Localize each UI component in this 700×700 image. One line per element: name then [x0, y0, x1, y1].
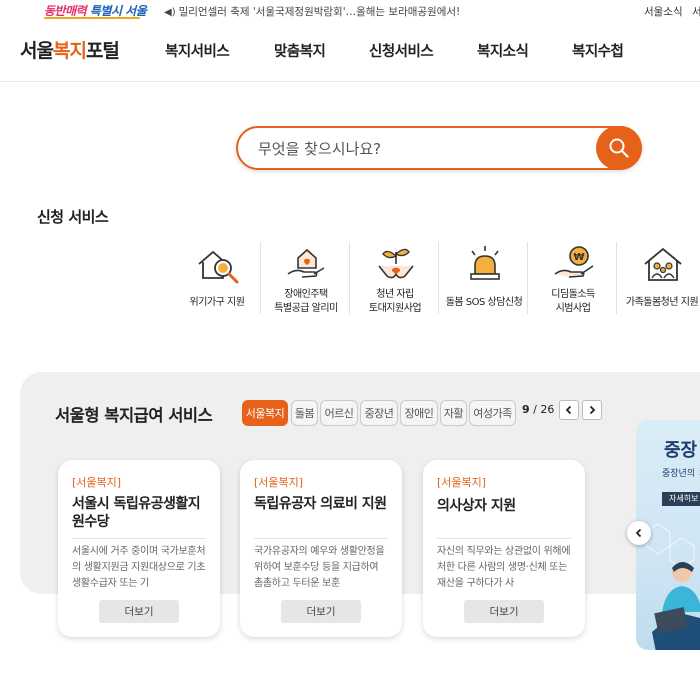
banner-subtitle: 중장년의 ㅈ — [662, 469, 700, 479]
apply-service-list: 위기가구 지원 장애인주택 특별공급 알리미 청년 자립 토대지원사업 돌봄 S… — [173, 236, 700, 322]
chevron-left-icon — [565, 405, 572, 415]
tab-disabled[interactable]: 장애인 — [400, 400, 438, 426]
slogan-underline — [44, 17, 140, 19]
apply-item-crisis[interactable]: 위기가구 지원 — [173, 236, 261, 322]
card-divider — [437, 538, 571, 539]
tab-middle-aged[interactable]: 중장년 — [360, 400, 398, 426]
page-current: 9 — [522, 403, 530, 416]
house-hand-icon — [287, 248, 325, 278]
nav-custom-welfare[interactable]: 맞춤복지 — [274, 40, 326, 61]
tab-self-support[interactable]: 자활 — [440, 400, 467, 426]
seoul-slogan-logo[interactable]: 동반매력 특별시 서울 — [44, 2, 147, 19]
card-divider — [72, 538, 206, 539]
card-description: 서울시에 거주 중이며 국가보훈처의 생활지원금 지원대상으로 기초생활수급자 … — [72, 546, 206, 589]
benefit-card[interactable]: [서울복지] 독립유공자 의료비 지원 국가유공자의 예우와 생활안정을 위하여… — [240, 460, 402, 637]
speaker-icon: ◀) — [164, 7, 176, 18]
chevron-right-icon — [589, 405, 596, 415]
card-title: 서울시 독립유공생활지원수당 — [72, 496, 201, 530]
apply-item-care-sos[interactable]: 돌봄 SOS 상담신청 — [440, 236, 528, 322]
apply-item-label: 청년 자립 토대지원사업 — [368, 289, 422, 314]
page-total: 26 — [540, 403, 555, 416]
card-category: [서울복지] — [72, 476, 122, 489]
sprout-hands-icon — [378, 248, 414, 279]
coin-hand-icon: ₩ — [554, 246, 594, 278]
search-box — [236, 126, 642, 170]
benefit-section-title: 서울형 복지급여 서비스 — [55, 406, 213, 425]
card-category: [서울복지] — [254, 476, 304, 489]
card-title: 의사상자 지원 — [437, 498, 516, 514]
util-link-2[interactable]: 서 — [692, 4, 700, 19]
apply-item-housing[interactable]: 장애인주택 특별공급 알리미 — [262, 236, 350, 322]
notice-ticker[interactable]: ◀) 밀리언셀러 축제 '서울국제정원박람회'…올해는 보라매공원에서! — [164, 4, 460, 19]
siren-icon — [470, 246, 500, 280]
site-logo[interactable]: 서울복지포털 — [20, 36, 120, 63]
next-page-button[interactable] — [582, 400, 602, 420]
logo-part-1: 서울 — [20, 40, 54, 62]
family-house-icon — [644, 247, 682, 281]
nav-welfare-news[interactable]: 복지소식 — [477, 40, 529, 61]
seoul-news-link[interactable]: 서울소식 — [644, 4, 683, 19]
nav-welfare-handbook[interactable]: 복지수첩 — [572, 40, 624, 61]
card-description: 국가유공자의 예우와 생활안정을 위하여 보훈수당 등을 지급하여 촘촘하고 두… — [254, 546, 385, 589]
card-more-button[interactable]: 더보기 — [464, 600, 544, 623]
search-icon — [609, 138, 629, 158]
card-divider — [254, 538, 388, 539]
tab-women-family[interactable]: 여성가족 — [469, 400, 516, 426]
card-more-button[interactable]: 더보기 — [99, 600, 179, 623]
benefit-card[interactable]: [서울복지] 서울시 독립유공생활지원수당 서울시에 거주 중이며 국가보훈처의… — [58, 460, 220, 637]
apply-item-income[interactable]: ₩ 디딤돌소득 시범사업 — [529, 236, 617, 322]
apply-item-label: 위기가구 지원 — [189, 297, 245, 308]
page-separator: / — [529, 403, 541, 416]
house-magnifier-icon — [198, 250, 239, 284]
apply-item-label: 가족돌봄청년 지원 — [625, 297, 699, 308]
slogan-part-b: 특별시 서울 — [89, 4, 147, 18]
apply-item-label: 디딤돌소득 시범사업 — [551, 289, 595, 314]
prev-page-button[interactable] — [559, 400, 579, 420]
banner-prev-button[interactable] — [627, 521, 651, 545]
apply-section-title: 신청 서비스 — [37, 208, 109, 226]
apply-item-label: 장애인주택 특별공급 알리미 — [274, 289, 338, 314]
apply-item-label: 돌봄 SOS 상담신청 — [445, 297, 523, 308]
top-utility-bar: 동반매력 특별시 서울 ◀) 밀리언셀러 축제 '서울국제정원박람회'…올해는 보… — [0, 0, 700, 22]
svg-text:₩: ₩ — [573, 252, 584, 263]
card-more-button[interactable]: 더보기 — [281, 600, 361, 623]
nav-apply-service[interactable]: 신청서비스 — [369, 40, 434, 61]
nav-welfare-service[interactable]: 복지서비스 — [165, 40, 230, 61]
apply-item-family-care[interactable]: 가족돌봄청년 지원 — [618, 236, 700, 322]
slogan-part-a: 동반매력 — [44, 4, 87, 18]
search-button[interactable] — [596, 126, 642, 170]
page-indicator: 9 / 26 — [522, 403, 554, 416]
notice-text: 밀리언셀러 축제 '서울국제정원박람회'…올해는 보라매공원에서! — [178, 6, 461, 18]
benefit-card[interactable]: [서울복지] 의사상자 지원 자신의 직무와는 상관없이 위해에 처한 다른 사… — [423, 460, 585, 637]
card-description: 자신의 직무와는 상관없이 위해에 처한 다른 사람의 생명·신체 또는 재산을… — [437, 546, 571, 589]
tab-seoul-welfare[interactable]: 서울복지 — [242, 400, 288, 426]
banner-title: 중장 — [664, 440, 698, 461]
site-header: 서울복지포털 복지서비스 맞춤복지 신청서비스 복지소식 복지수첩 — [0, 22, 700, 82]
logo-part-3: 포털 — [85, 40, 120, 62]
banner-detail-button[interactable]: 자세히보 — [662, 492, 700, 506]
tab-care[interactable]: 돌봄 — [291, 400, 318, 426]
tab-seniors[interactable]: 어르신 — [320, 400, 358, 426]
apply-item-youth[interactable]: 청년 자립 토대지원사업 — [351, 236, 439, 322]
card-title: 독립유공자 의료비 지원 — [254, 496, 387, 512]
chevron-left-icon — [635, 528, 642, 538]
card-category: [서울복지] — [437, 476, 487, 489]
logo-part-2: 복지 — [52, 40, 87, 62]
search-input[interactable] — [258, 137, 578, 161]
